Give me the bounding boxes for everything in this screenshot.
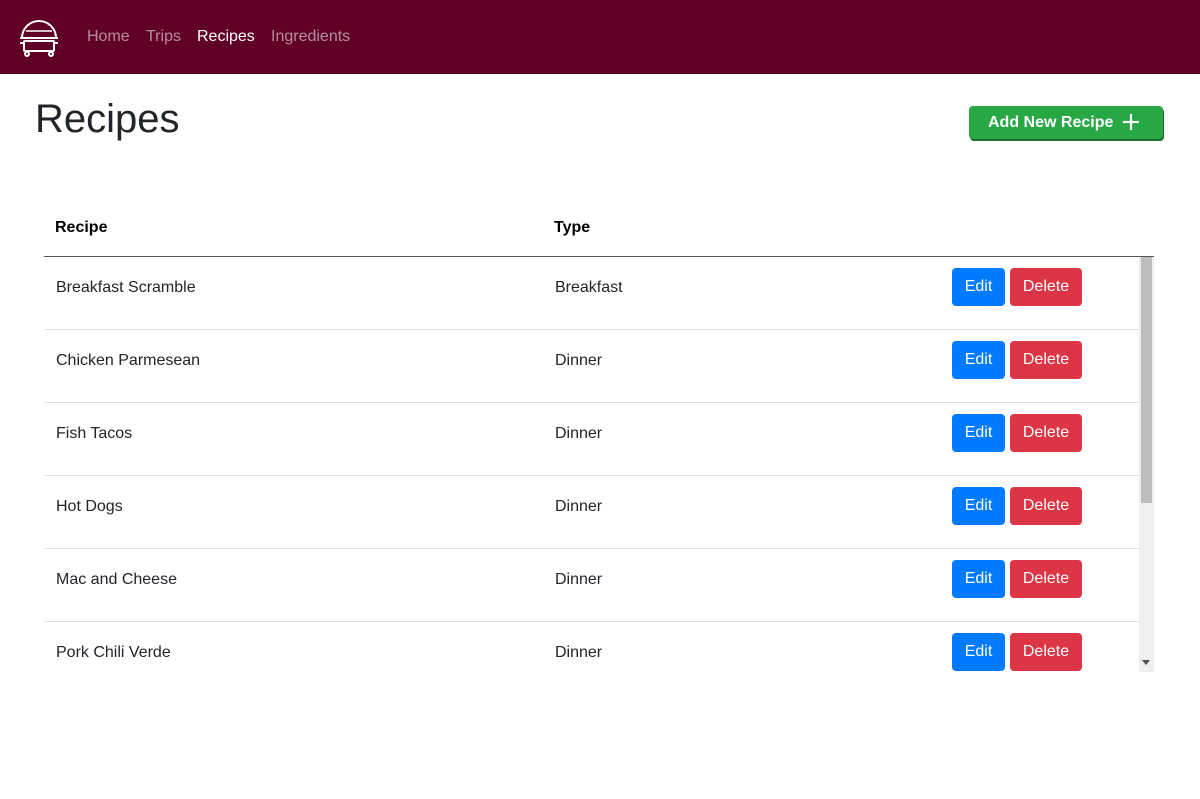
recipe-name: Mac and Cheese <box>56 571 177 588</box>
page-title: Recipes <box>35 97 180 141</box>
recipe-name: Chicken Parmesean <box>56 352 201 369</box>
edit-button[interactable]: Edit <box>952 414 1005 452</box>
recipe-type: Breakfast <box>555 279 623 296</box>
table-row: Hot Dogs Dinner Edit Delete <box>44 476 1139 549</box>
scrollbar-thumb[interactable] <box>1141 257 1152 503</box>
recipe-type: Dinner <box>555 644 603 661</box>
column-header-type: Type <box>554 219 591 236</box>
navbar: Home Trips Recipes Ingredients <box>0 0 1200 74</box>
recipe-name: Breakfast Scramble <box>56 279 196 296</box>
edit-button[interactable]: Edit <box>952 341 1005 379</box>
recipe-type: Dinner <box>555 571 603 588</box>
scroll-down-arrow-icon[interactable] <box>1142 660 1150 665</box>
edit-button[interactable]: Edit <box>952 633 1005 671</box>
cooking-pot-icon[interactable] <box>17 16 61 58</box>
edit-button[interactable]: Edit <box>952 560 1005 598</box>
delete-button[interactable]: Delete <box>1010 268 1082 306</box>
nav-link-recipes[interactable]: Recipes <box>197 27 255 46</box>
edit-button[interactable]: Edit <box>952 268 1005 306</box>
recipe-type: Dinner <box>555 498 603 515</box>
table-row: Breakfast Scramble Breakfast Edit Delete <box>44 257 1139 330</box>
edit-button[interactable]: Edit <box>952 487 1005 525</box>
delete-button[interactable]: Delete <box>1010 487 1082 525</box>
add-new-recipe-button[interactable]: Add New Recipe <box>969 106 1163 139</box>
recipe-type: Dinner <box>555 352 603 369</box>
recipe-type: Dinner <box>555 425 603 442</box>
delete-button[interactable]: Delete <box>1010 633 1082 671</box>
add-new-recipe-label: Add New Recipe <box>988 113 1114 131</box>
plus-icon <box>1123 114 1139 130</box>
column-header-recipe: Recipe <box>55 219 108 236</box>
nav-link-ingredients[interactable]: Ingredients <box>271 27 350 46</box>
table-row: Fish Tacos Dinner Edit Delete <box>44 403 1139 476</box>
recipes-table-body[interactable]: Breakfast Scramble Breakfast Edit Delete… <box>44 257 1154 672</box>
table-row: Pork Chili Verde Dinner Edit Delete <box>44 622 1139 672</box>
recipe-name: Hot Dogs <box>56 498 123 515</box>
table-row: Chicken Parmesean Dinner Edit Delete <box>44 330 1139 403</box>
table-row: Mac and Cheese Dinner Edit Delete <box>44 549 1139 622</box>
recipe-name: Pork Chili Verde <box>56 644 171 661</box>
delete-button[interactable]: Delete <box>1010 560 1082 598</box>
nav-link-trips[interactable]: Trips <box>146 27 181 46</box>
table-scrollbar[interactable] <box>1139 257 1154 672</box>
delete-button[interactable]: Delete <box>1010 341 1082 379</box>
nav-link-home[interactable]: Home <box>87 27 130 46</box>
recipe-name: Fish Tacos <box>56 425 133 442</box>
delete-button[interactable]: Delete <box>1010 414 1082 452</box>
